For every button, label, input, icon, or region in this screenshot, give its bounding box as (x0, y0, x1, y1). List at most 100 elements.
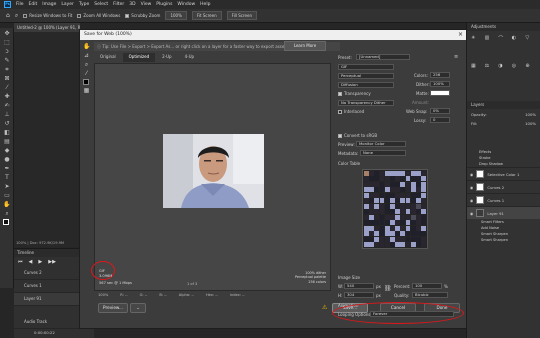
color-swatch[interactable] (416, 192, 421, 198)
filter-smart-sharpen[interactable]: Smart Sharpen (481, 237, 540, 243)
color-swatch[interactable] (384, 171, 390, 176)
color-swatch[interactable] (369, 203, 374, 209)
opacity-value[interactable]: 100% (525, 112, 536, 117)
color-swatch[interactable] (400, 214, 406, 220)
color-swatch[interactable] (395, 198, 400, 204)
foreground-color-icon[interactable] (3, 219, 9, 225)
color-swatch[interactable] (364, 220, 369, 226)
color-swatch[interactable] (390, 220, 395, 226)
color-swatch[interactable] (416, 231, 421, 237)
color-swatch[interactable] (410, 187, 416, 193)
color-swatch[interactable] (416, 198, 421, 204)
color-swatch[interactable] (379, 236, 385, 242)
color-swatch[interactable] (390, 231, 395, 237)
document-tab[interactable]: Untitled-2 @ 100% (Layer 91, RGB/8) (14, 23, 80, 32)
color-swatch[interactable] (369, 236, 374, 242)
layer-row[interactable]: ◉ Curves 1 (467, 193, 540, 206)
dodge-tool-icon[interactable]: ● (3, 156, 11, 163)
color-swatch[interactable] (405, 203, 411, 209)
play-icon[interactable]: ▶ (38, 259, 42, 265)
color-swatch[interactable] (395, 181, 400, 187)
zoom-icon[interactable]: ⌕ (83, 61, 90, 68)
zoom-level[interactable]: 100% (98, 293, 108, 299)
adjustments-tab[interactable]: Adjustments (467, 23, 540, 31)
color-swatch[interactable] (374, 209, 380, 215)
color-swatch[interactable] (379, 198, 385, 204)
menu-plugins[interactable]: Plugins (156, 2, 172, 7)
path-select-tool-icon[interactable]: ➤ (3, 183, 11, 190)
tab-4-up[interactable]: 4-Up (178, 53, 201, 62)
color-swatch[interactable] (384, 187, 390, 193)
zoom-tool-icon[interactable]: ⌕ (15, 12, 18, 20)
color-swatch[interactable] (421, 236, 426, 242)
color-swatch[interactable] (390, 192, 395, 198)
menu-filter[interactable]: Filter (113, 2, 124, 7)
dither-algo-select[interactable]: Diffusion (338, 82, 394, 88)
color-swatch[interactable] (369, 209, 374, 215)
eye-icon[interactable]: ◉ (470, 211, 473, 216)
convert-srgb-checkbox[interactable] (338, 134, 342, 138)
color-swatch[interactable] (369, 181, 374, 187)
color-swatch[interactable] (400, 231, 406, 237)
layer-row[interactable]: ◉ Selective Color 1 (467, 167, 540, 180)
color-swatch[interactable] (405, 176, 411, 182)
learn-more-button[interactable]: Learn More (284, 41, 326, 51)
eraser-tool-icon[interactable]: ◧ (3, 129, 11, 136)
color-swatch[interactable] (374, 192, 380, 198)
color-swatch[interactable] (374, 171, 380, 176)
color-swatch[interactable] (369, 242, 374, 247)
dither-select[interactable]: 100% (430, 81, 450, 87)
tab-2-up[interactable]: 2-Up (156, 53, 178, 62)
color-swatch[interactable] (410, 192, 416, 198)
color-swatch[interactable] (374, 225, 380, 231)
color-swatch[interactable] (405, 220, 411, 226)
color-swatch[interactable] (364, 181, 369, 187)
layers-tab[interactable]: Layers (467, 101, 540, 109)
color-swatch[interactable] (405, 209, 411, 215)
menu-help[interactable]: Help (200, 2, 210, 7)
color-swatch[interactable] (374, 220, 380, 226)
color-swatch[interactable] (400, 176, 406, 182)
color-swatch[interactable] (395, 209, 400, 215)
fit-screen-button[interactable]: Fit Screen (191, 11, 222, 20)
color-swatch[interactable] (421, 231, 426, 237)
color-swatch[interactable] (410, 209, 416, 215)
color-swatch[interactable] (405, 171, 411, 176)
color-swatch[interactable] (374, 242, 380, 247)
first-frame-icon[interactable]: ⏮ (18, 259, 23, 265)
color-swatch[interactable] (374, 176, 380, 182)
color-swatch[interactable] (390, 209, 395, 215)
color-swatch[interactable] (405, 231, 411, 237)
color-swatch[interactable] (405, 242, 411, 247)
shape-tool-icon[interactable]: ▭ (3, 192, 11, 199)
color-swatch[interactable] (416, 203, 421, 209)
color-swatch[interactable] (384, 242, 390, 247)
color-swatch[interactable] (384, 181, 390, 187)
menu-select[interactable]: Select (94, 2, 108, 7)
browser-select[interactable]: ⌄ (130, 303, 146, 313)
menu-3d[interactable]: 3D (129, 2, 135, 7)
menu-view[interactable]: View (141, 2, 152, 7)
color-swatch[interactable] (384, 176, 390, 182)
preset-menu-icon[interactable]: ≡ (454, 54, 458, 60)
color-swatch[interactable] (405, 198, 411, 204)
color-swatch[interactable] (421, 171, 426, 176)
color-swatch[interactable] (416, 225, 421, 231)
color-swatch[interactable] (384, 220, 390, 226)
color-swatch[interactable] (390, 203, 395, 209)
exposure-icon[interactable]: ◐ (512, 35, 523, 60)
color-swatch[interactable] (390, 242, 395, 247)
interlaced-checkbox[interactable] (338, 110, 342, 114)
color-swatch[interactable] (379, 203, 385, 209)
color-swatch[interactable] (416, 181, 421, 187)
menu-file[interactable]: File (16, 2, 24, 7)
toggle-slices-icon[interactable]: ▦ (83, 87, 90, 94)
menu-window[interactable]: Window (177, 2, 195, 7)
layer-row[interactable]: ◉ Curves 2 (467, 180, 540, 193)
close-icon[interactable]: × (458, 31, 463, 38)
color-swatch[interactable] (400, 209, 406, 215)
matte-swatch[interactable] (430, 90, 450, 96)
crop-tool-icon[interactable]: ⌗ (3, 66, 11, 73)
color-swatch[interactable] (369, 187, 374, 193)
blur-tool-icon[interactable]: ◆ (3, 147, 11, 154)
